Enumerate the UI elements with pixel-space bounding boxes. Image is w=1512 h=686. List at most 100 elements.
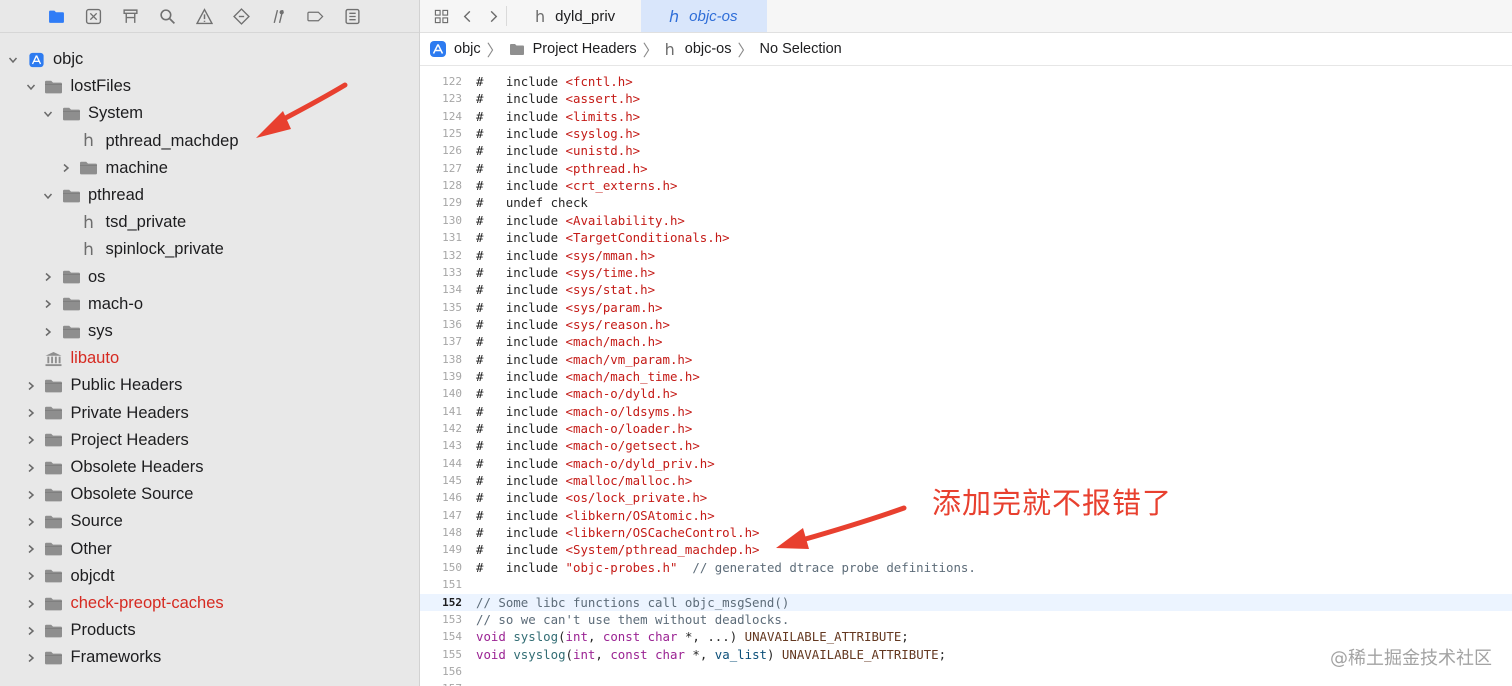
search-icon[interactable]: [156, 5, 178, 27]
jump-bar-selection[interactable]: No Selection: [760, 41, 842, 57]
code-line[interactable]: 150 # include "objc-probes.h" // generate…: [420, 559, 1512, 576]
code-line[interactable]: 154 void syslog(int, const char *, ...) U…: [420, 628, 1512, 645]
code-line[interactable]: 157: [420, 680, 1512, 686]
tree-item-machine[interactable]: machine: [0, 155, 419, 182]
code-line[interactable]: 149 # include <System/pthread_machdep.h>: [420, 541, 1512, 558]
chevron-down-icon[interactable]: [6, 55, 20, 65]
code-line[interactable]: 128 # include <crt_externs.h>: [420, 177, 1512, 194]
tree-item-mach-o[interactable]: mach-o: [0, 291, 419, 318]
tree-item-objc[interactable]: objc: [0, 46, 419, 73]
chevron-right-icon[interactable]: [59, 163, 73, 173]
code-line[interactable]: 141 # include <mach-o/ldsyms.h>: [420, 403, 1512, 420]
chevron-down-icon[interactable]: [41, 109, 55, 119]
code-line[interactable]: 135 # include <sys/param.h>: [420, 299, 1512, 316]
chevron-right-icon[interactable]: [24, 408, 38, 418]
code-line[interactable]: 137 # include <mach/mach.h>: [420, 333, 1512, 350]
code-line[interactable]: 143 # include <mach-o/getsect.h>: [420, 437, 1512, 454]
code-text: # include <limits.h>: [476, 108, 640, 125]
tree-item-obsolete-source[interactable]: Obsolete Source: [0, 481, 419, 508]
tree-item-label: os: [88, 267, 106, 286]
code-line[interactable]: 148 # include <libkern/OSCacheControl.h>: [420, 524, 1512, 541]
forward-icon[interactable]: [480, 0, 506, 32]
source-control-icon[interactable]: [82, 5, 104, 27]
code-line[interactable]: 131 # include <TargetConditionals.h>: [420, 229, 1512, 246]
chevron-right-icon[interactable]: [24, 435, 38, 445]
test-icon[interactable]: [230, 5, 252, 27]
code-line[interactable]: 126 # include <unistd.h>: [420, 142, 1512, 159]
breakpoint-icon[interactable]: [304, 5, 326, 27]
tree-item-libauto[interactable]: libauto: [0, 345, 419, 372]
tree-item-lostfiles[interactable]: lostFiles: [0, 73, 419, 100]
code-line[interactable]: 130 # include <Availability.h>: [420, 212, 1512, 229]
chevron-right-icon[interactable]: [24, 626, 38, 636]
tab-objc-os[interactable]: h objc-os: [641, 0, 767, 32]
jump-bar-group[interactable]: Project Headers: [509, 41, 637, 57]
jump-bar-project[interactable]: objc: [430, 41, 481, 57]
tree-item-other[interactable]: Other: [0, 536, 419, 563]
chevron-right-icon[interactable]: [41, 327, 55, 337]
tree-item-sys[interactable]: sys: [0, 318, 419, 345]
code-line[interactable]: 134 # include <sys/stat.h>: [420, 281, 1512, 298]
folder-icon[interactable]: [45, 5, 67, 27]
code-line[interactable]: 124 # include <limits.h>: [420, 108, 1512, 125]
code-line[interactable]: 122 # include <fcntl.h>: [420, 73, 1512, 90]
chevron-right-icon[interactable]: [24, 544, 38, 554]
tree-item-source[interactable]: Source: [0, 508, 419, 535]
chevron-right-icon[interactable]: [24, 599, 38, 609]
issue-icon[interactable]: [193, 5, 215, 27]
folder-icon: [43, 404, 65, 422]
tree-item-os[interactable]: os: [0, 264, 419, 291]
tree-item-project-headers[interactable]: Project Headers: [0, 427, 419, 454]
tab-dyld-priv[interactable]: h dyld_priv: [507, 0, 641, 32]
report-icon[interactable]: [341, 5, 363, 27]
code-line[interactable]: 136 # include <sys/reason.h>: [420, 316, 1512, 333]
chevron-right-icon[interactable]: [41, 299, 55, 309]
code-token: <os/lock_private.h>: [565, 490, 708, 506]
code-line[interactable]: 153 // so we can't use them without deadl…: [420, 611, 1512, 628]
chevron-right-icon[interactable]: [24, 381, 38, 391]
back-icon[interactable]: [454, 0, 480, 32]
chevron-down-icon[interactable]: [24, 82, 38, 92]
code-line[interactable]: 140 # include <mach-o/dyld.h>: [420, 385, 1512, 402]
tree-item-obsolete-headers[interactable]: Obsolete Headers: [0, 454, 419, 481]
chevron-right-icon[interactable]: [41, 272, 55, 282]
symbol-icon[interactable]: [119, 5, 141, 27]
tree-item-objcdt[interactable]: objcdt: [0, 563, 419, 590]
tree-item-pthread-machdep[interactable]: h pthread_machdep: [0, 128, 419, 155]
code-line[interactable]: 127 # include <pthread.h>: [420, 160, 1512, 177]
code-token: <mach-o/dyld.h>: [565, 386, 678, 402]
chevron-right-icon[interactable]: [24, 517, 38, 527]
code-line[interactable]: 132 # include <sys/mman.h>: [420, 247, 1512, 264]
code-line[interactable]: 123 # include <assert.h>: [420, 90, 1512, 107]
tree-item-private-headers[interactable]: Private Headers: [0, 400, 419, 427]
code-line[interactable]: 125 # include <syslog.h>: [420, 125, 1512, 142]
tree-item-pthread[interactable]: pthread: [0, 182, 419, 209]
code-line[interactable]: 139 # include <mach/mach_time.h>: [420, 368, 1512, 385]
tree-item-spinlock-private[interactable]: h spinlock_private: [0, 236, 419, 263]
code-line[interactable]: 144 # include <mach-o/dyld_priv.h>: [420, 455, 1512, 472]
code-area[interactable]: 122 # include <fcntl.h> 123 # include <asse…: [420, 72, 1512, 686]
code-line[interactable]: 138 # include <mach/vm_param.h>: [420, 351, 1512, 368]
code-token: # include: [476, 108, 566, 124]
tree-item-check-preopt-caches[interactable]: check-preopt-caches: [0, 590, 419, 617]
tree-item-products[interactable]: Products: [0, 617, 419, 644]
chevron-down-icon[interactable]: [41, 191, 55, 201]
code-token: # include: [476, 299, 566, 315]
debug-icon[interactable]: [267, 5, 289, 27]
code-line[interactable]: 129 # undef check: [420, 194, 1512, 211]
tree-item-frameworks[interactable]: Frameworks: [0, 644, 419, 671]
tree-item-public-headers[interactable]: Public Headers: [0, 372, 419, 399]
code-line[interactable]: 152 // Some libc functions call objc_msgS…: [420, 593, 1512, 611]
code-line[interactable]: 142 # include <mach-o/loader.h>: [420, 420, 1512, 437]
code-line[interactable]: 151: [420, 576, 1512, 593]
tree-item-tsd-private[interactable]: h tsd_private: [0, 209, 419, 236]
chevron-right-icon[interactable]: [24, 571, 38, 581]
chevron-right-icon[interactable]: [24, 653, 38, 663]
code-line[interactable]: 133 # include <sys/time.h>: [420, 264, 1512, 281]
line-number: 155: [442, 647, 462, 661]
chevron-right-icon[interactable]: [24, 490, 38, 500]
tree-item-system[interactable]: System: [0, 100, 419, 127]
grid-icon[interactable]: [420, 0, 454, 32]
jump-bar-file[interactable]: h objc-os: [665, 40, 732, 59]
chevron-right-icon[interactable]: [24, 463, 38, 473]
